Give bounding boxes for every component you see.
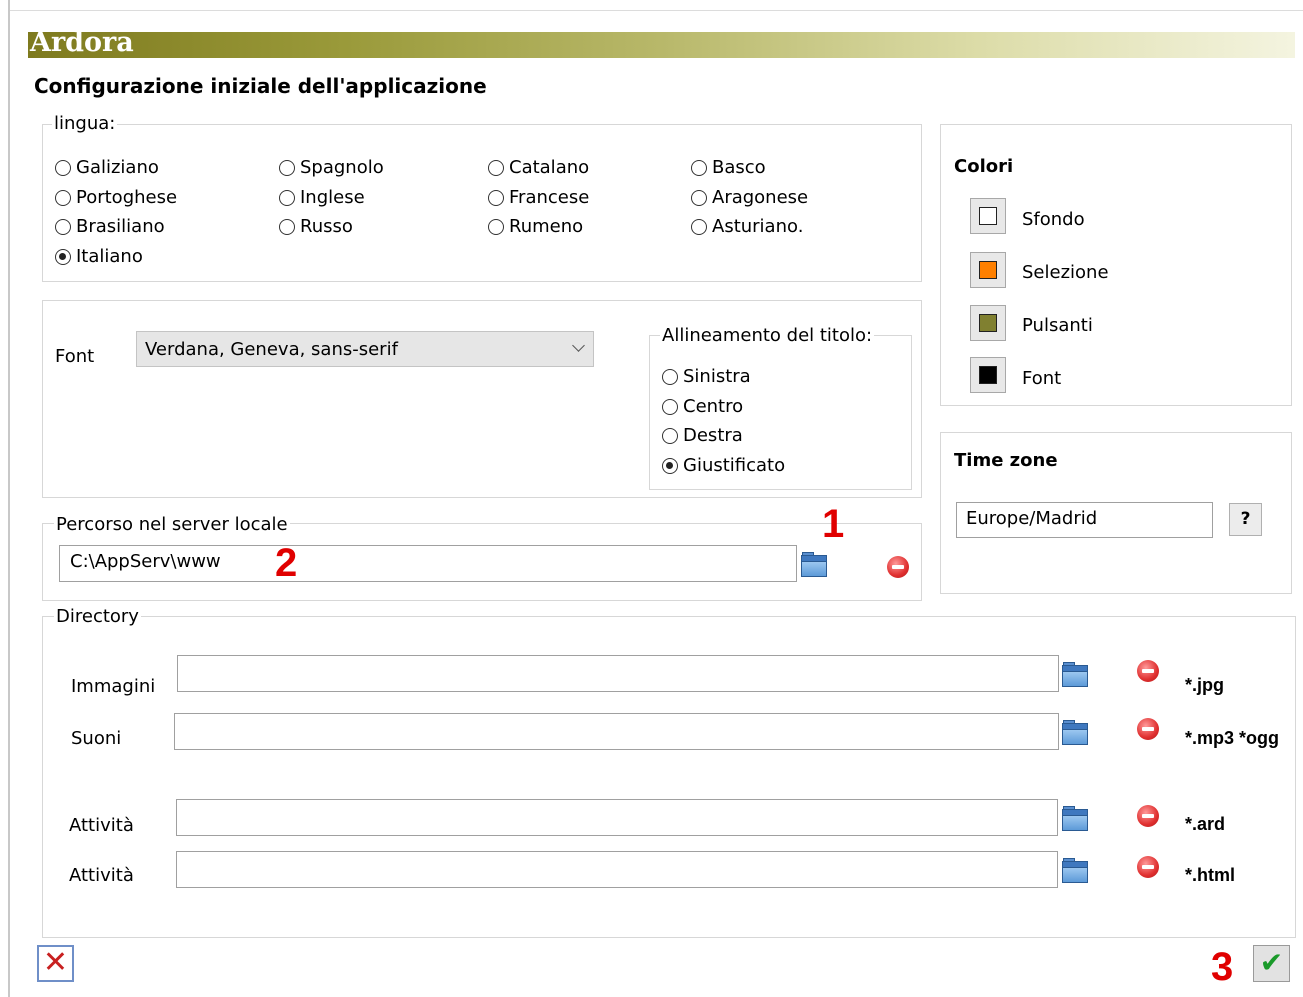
- window-top-border: [10, 10, 1303, 11]
- folder-icon[interactable]: [1060, 717, 1090, 747]
- radio-circle: [488, 189, 504, 206]
- color-sample: [979, 261, 997, 279]
- check-icon: ✔: [1259, 946, 1284, 979]
- annotation-2: 2: [275, 541, 298, 585]
- color-swatch-font[interactable]: [970, 357, 1006, 393]
- color-label-selezione: Selezione: [1022, 262, 1109, 283]
- directory-input-attivita-ard[interactable]: [176, 799, 1058, 836]
- radio-inglese[interactable]: Inglese: [279, 187, 365, 208]
- window-frame: [8, 0, 10, 997]
- color-label-pulsanti: Pulsanti: [1022, 315, 1093, 336]
- color-sample: [979, 314, 997, 332]
- remove-icon[interactable]: [1137, 856, 1159, 878]
- radio-circle: [279, 189, 295, 206]
- radio-asturiano[interactable]: Asturiano.: [691, 216, 803, 237]
- radio-circle-selected: [662, 457, 678, 474]
- ext-label-attivita-html: *.html: [1185, 865, 1236, 885]
- font-select-value: Verdana, Geneva, sans-serif: [145, 339, 398, 360]
- ext-label-immagini: *.jpg: [1185, 675, 1224, 695]
- folder-icon[interactable]: [1060, 659, 1090, 689]
- server-path-input[interactable]: C:\AppServ\www: [59, 545, 797, 582]
- radio-circle: [488, 218, 504, 235]
- page-heading: Configurazione iniziale dell'applicazion…: [34, 74, 487, 98]
- annotation-3: 3: [1211, 945, 1234, 989]
- directory-input-immagini[interactable]: [177, 655, 1059, 692]
- cancel-button[interactable]: ✕: [37, 945, 74, 982]
- directory-label-suoni: Suoni: [71, 728, 122, 749]
- radio-circle: [55, 218, 71, 235]
- language-legend: lingua:: [52, 113, 118, 134]
- radio-portoghese[interactable]: Portoghese: [55, 187, 177, 208]
- radio-circle: [662, 427, 678, 444]
- color-swatch-pulsanti[interactable]: [970, 305, 1006, 341]
- radio-circle: [662, 368, 678, 385]
- font-label: Font: [55, 346, 95, 367]
- radio-galiziano[interactable]: Galiziano: [55, 157, 159, 178]
- annotation-1: 1: [822, 502, 845, 546]
- ok-button[interactable]: ✔: [1253, 945, 1290, 982]
- radio-basco[interactable]: Basco: [691, 157, 766, 178]
- radio-spagnolo[interactable]: Spagnolo: [279, 157, 384, 178]
- timezone-title: Time zone: [954, 450, 1058, 471]
- radio-circle-selected: [55, 248, 71, 265]
- color-swatch-selezione[interactable]: [970, 252, 1006, 288]
- color-sample: [979, 207, 997, 225]
- folder-icon[interactable]: [799, 549, 829, 579]
- close-icon: ✕: [42, 945, 69, 980]
- remove-icon[interactable]: [887, 556, 909, 578]
- radio-circle: [691, 189, 707, 206]
- directory-label-immagini: Immagini: [71, 676, 156, 697]
- radio-sinistra[interactable]: Sinistra: [662, 366, 751, 387]
- radio-russo[interactable]: Russo: [279, 216, 353, 237]
- timezone-input[interactable]: Europe/Madrid: [956, 502, 1213, 538]
- radio-circle: [279, 218, 295, 235]
- timezone-value: Europe/Madrid: [966, 508, 1098, 529]
- radio-circle: [488, 159, 504, 176]
- radio-aragonese[interactable]: Aragonese: [691, 187, 808, 208]
- radio-rumeno[interactable]: Rumeno: [488, 216, 583, 237]
- chevron-down-icon: [572, 339, 585, 352]
- server-path-value: C:\AppServ\www: [70, 551, 221, 572]
- alignment-legend: Allineamento del titolo:: [660, 325, 875, 346]
- color-sample: [979, 366, 997, 384]
- radio-centro[interactable]: Centro: [662, 396, 743, 417]
- radio-circle: [55, 189, 71, 206]
- server-legend: Percorso nel server locale: [54, 514, 290, 535]
- color-label-sfondo: Sfondo: [1022, 209, 1085, 230]
- app-title: Ardora: [30, 27, 134, 58]
- directory-input-attivita-html[interactable]: [176, 851, 1058, 888]
- directory-label-attivita-ard: Attività: [69, 815, 134, 836]
- radio-catalano[interactable]: Catalano: [488, 157, 589, 178]
- color-label-font: Font: [1022, 368, 1062, 389]
- remove-icon[interactable]: [1137, 660, 1159, 682]
- radio-brasiliano[interactable]: Brasiliano: [55, 216, 165, 237]
- radio-circle: [55, 159, 71, 176]
- remove-icon[interactable]: [1137, 718, 1159, 740]
- timezone-help-button[interactable]: ?: [1229, 503, 1262, 536]
- font-select[interactable]: Verdana, Geneva, sans-serif: [136, 331, 594, 367]
- radio-circle: [279, 159, 295, 176]
- directory-label-attivita-html: Attività: [69, 865, 134, 886]
- radio-circle: [691, 159, 707, 176]
- folder-icon[interactable]: [1060, 855, 1090, 885]
- directory-input-suoni[interactable]: [174, 713, 1059, 750]
- radio-destra[interactable]: Destra: [662, 425, 743, 446]
- radio-circle: [662, 398, 678, 415]
- app-title-bar: Ardora: [28, 27, 1295, 58]
- ext-label-suoni: *.mp3 *ogg: [1185, 728, 1280, 748]
- colors-title: Colori: [954, 156, 1014, 177]
- radio-circle: [691, 218, 707, 235]
- remove-icon[interactable]: [1137, 805, 1159, 827]
- radio-francese[interactable]: Francese: [488, 187, 589, 208]
- radio-giustificato[interactable]: Giustificato: [662, 455, 785, 476]
- directory-legend: Directory: [54, 606, 141, 627]
- color-swatch-sfondo[interactable]: [970, 198, 1006, 234]
- folder-icon[interactable]: [1060, 803, 1090, 833]
- ext-label-attivita-ard: *.ard: [1185, 814, 1226, 834]
- radio-italiano[interactable]: Italiano: [55, 246, 143, 267]
